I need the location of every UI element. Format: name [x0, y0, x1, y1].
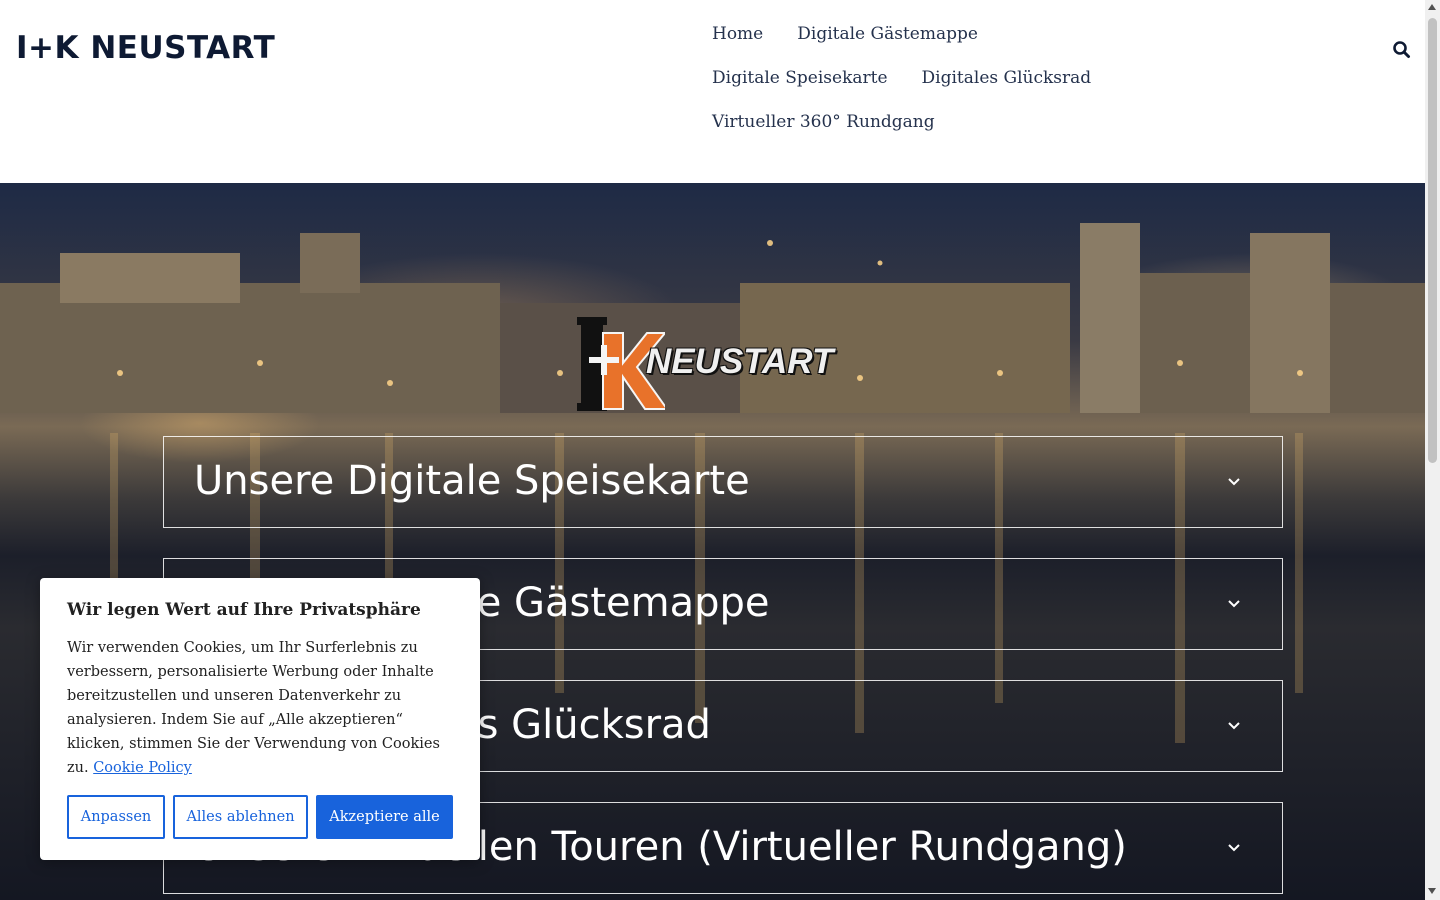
page-scrollbar[interactable]: [1425, 0, 1440, 900]
nav-item-digitale-speisekarte[interactable]: Digitale Speisekarte: [695, 60, 905, 96]
customize-button[interactable]: Anpassen: [67, 795, 165, 839]
neustart-logo: NEUSTART: [575, 313, 860, 413]
accept-all-button[interactable]: Akzeptiere alle: [316, 795, 453, 839]
nav-item-digitales-gluecksrad[interactable]: Digitales Glücksrad: [905, 60, 1109, 96]
cookie-banner-text: Wir verwenden Cookies, um Ihr Surferlebn…: [67, 636, 459, 780]
reject-all-button[interactable]: Alles ablehnen: [173, 795, 308, 839]
chevron-down-icon: [1228, 722, 1240, 730]
scrollbar-thumb[interactable]: [1428, 18, 1437, 463]
cookie-banner-title: Wir legen Wert auf Ihre Privatsphäre: [67, 600, 421, 620]
chevron-down-icon: [1228, 844, 1240, 852]
logo-wordmark: NEUSTART: [646, 342, 834, 381]
search-button[interactable]: [1388, 36, 1416, 64]
chevron-down-icon: [1228, 600, 1240, 608]
main-navigation: Home Digitale Gästemappe Digitale Speise…: [695, 16, 1195, 148]
site-header: I+K NEUSTART Home Digitale Gästemappe Di…: [0, 0, 1425, 183]
nav-item-home[interactable]: Home: [695, 16, 780, 52]
cookie-banner-description: Wir verwenden Cookies, um Ihr Surferlebn…: [67, 640, 440, 776]
chevron-down-icon: [1228, 478, 1240, 486]
nav-item-virtueller-rundgang[interactable]: Virtueller 360° Rundgang: [695, 104, 952, 140]
cookie-policy-link[interactable]: Cookie Policy: [93, 760, 192, 776]
cookie-consent-banner: Wir legen Wert auf Ihre Privatsphäre Wir…: [40, 578, 480, 860]
nav-item-digitale-gaestemappe[interactable]: Digitale Gästemappe: [780, 16, 995, 52]
accordion-item-speisekarte[interactable]: Unsere Digitale Speisekarte: [163, 436, 1283, 528]
accordion-title: Unsere Digitale Speisekarte: [194, 458, 750, 504]
scroll-down-arrow-icon[interactable]: [1428, 888, 1436, 894]
site-title[interactable]: I+K NEUSTART: [16, 30, 275, 66]
search-icon: [1393, 41, 1410, 58]
scroll-up-arrow-icon[interactable]: [1428, 4, 1436, 10]
